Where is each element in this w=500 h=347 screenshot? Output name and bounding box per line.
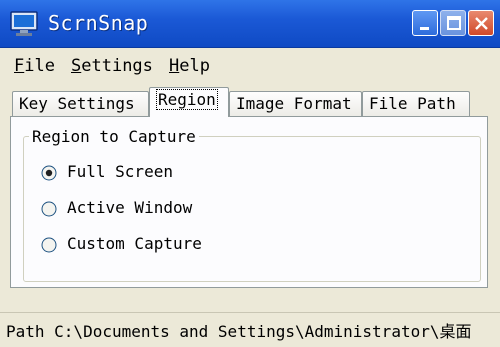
- menu-settings[interactable]: Settings: [71, 56, 153, 76]
- maximize-button[interactable]: [440, 10, 466, 36]
- menu-file[interactable]: File: [14, 56, 55, 76]
- radio-unselected-icon[interactable]: [41, 201, 57, 217]
- group-title: Region to Capture: [29, 127, 199, 146]
- radio-unselected-icon[interactable]: [41, 237, 57, 253]
- status-bar: Path C:\Documents and Settings\Administr…: [0, 312, 500, 347]
- minimize-button[interactable]: [412, 10, 438, 36]
- menu-bar: File Settings Help: [0, 48, 500, 82]
- tab-region[interactable]: Region: [149, 87, 229, 117]
- tab-image-format[interactable]: Image Format: [229, 91, 362, 117]
- tab-file-path[interactable]: File Path: [362, 91, 470, 117]
- title-bar[interactable]: ScrnSnap: [0, 0, 500, 48]
- tab-key-settings[interactable]: Key Settings: [12, 91, 149, 117]
- monitor-icon: [10, 11, 38, 37]
- status-path: Path C:\Documents and Settings\Administr…: [6, 322, 472, 341]
- tab-panel-region: Region to Capture Full Screen Active Win…: [10, 116, 488, 288]
- menu-help[interactable]: Help: [169, 56, 210, 76]
- radio-selected-icon[interactable]: [41, 165, 57, 181]
- window-title: ScrnSnap: [48, 11, 149, 35]
- close-button[interactable]: [468, 10, 494, 36]
